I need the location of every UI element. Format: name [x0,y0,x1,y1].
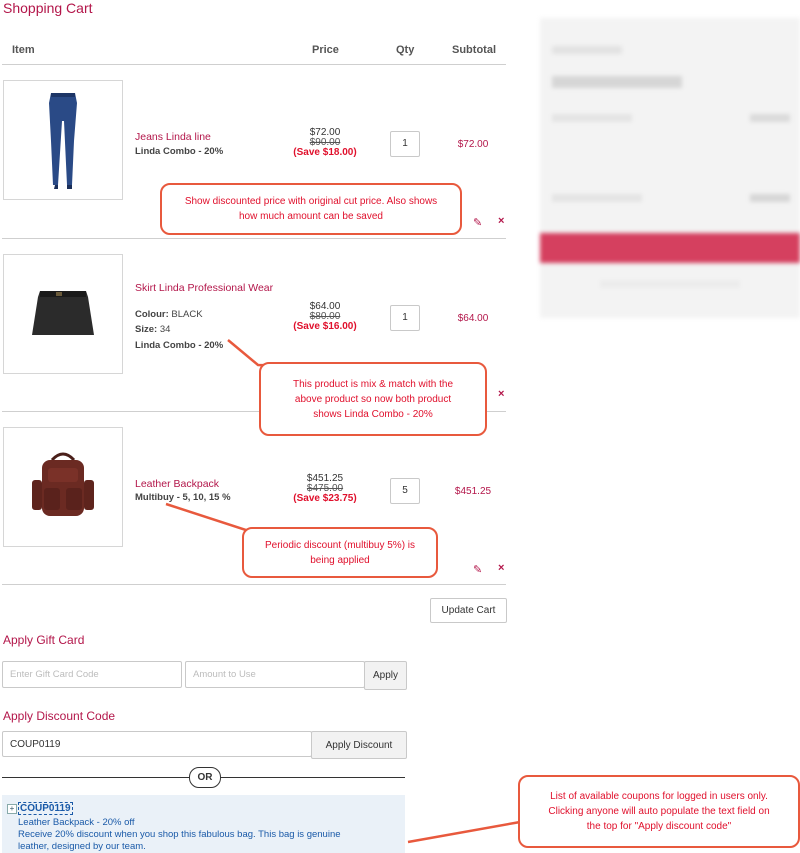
callout-text: how much amount can be saved [239,211,383,222]
callout-text: being applied [310,554,370,566]
callout-text: List of available coupons for logged in … [550,791,768,802]
callout-text: Periodic discount (multibuy 5%) is [264,539,416,551]
callout-coupons: List of available coupons for logged in … [518,775,800,848]
callout-text: above product so now both product [294,393,452,405]
callout-text: Clicking anyone will auto populate the t… [548,806,770,817]
callout-text: shows Linda Combo - 20% [313,408,433,420]
callout-multibuy: Periodic discount (multibuy 5%) is being… [242,527,438,578]
callout-text: Show discounted price with original cut … [184,196,438,207]
callout-mix-match: This product is mix & match with the abo… [259,362,487,436]
callout-discounted-price: Show discounted price with original cut … [160,183,462,235]
callout-text: the top for "Apply discount code" [586,821,732,832]
callout-text: This product is mix & match with the [292,378,454,390]
